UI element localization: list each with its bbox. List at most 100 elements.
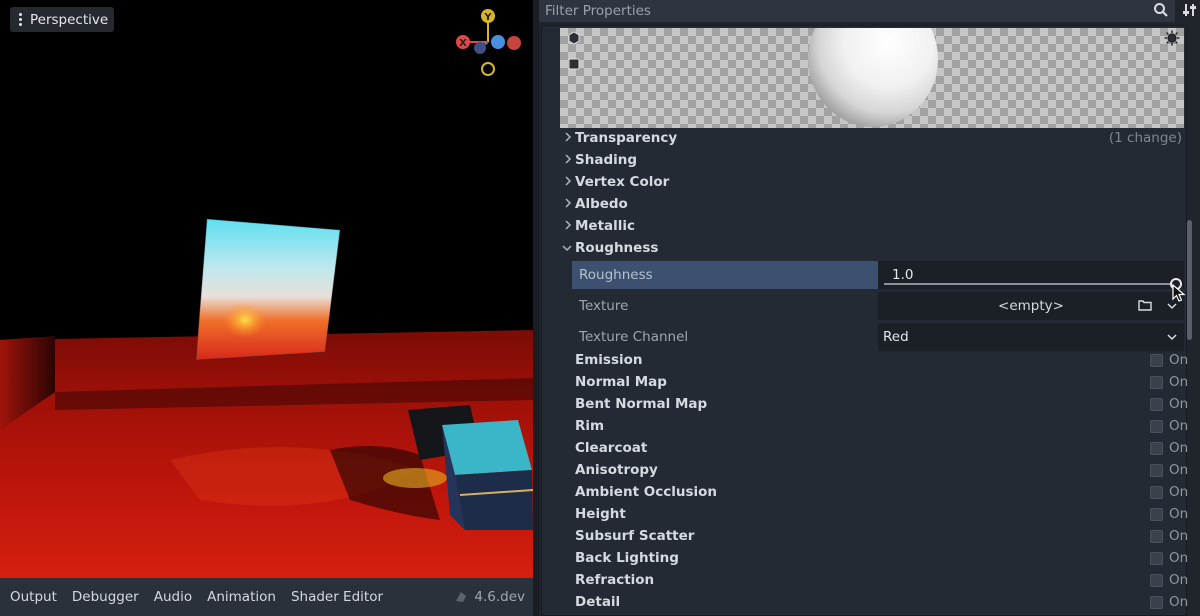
- section-height[interactable]: Height On: [560, 504, 1189, 526]
- section-label: Height: [575, 506, 626, 522]
- section-label: Emission: [575, 352, 643, 368]
- roughness-slider-track[interactable]: [884, 283, 1176, 285]
- texture-channel-value: Red: [883, 329, 909, 345]
- bottom-panel-bar: Output Debugger Audio Animation Shader E…: [0, 578, 533, 616]
- material-properties: Transparency (1 change) Shading Vertex C…: [541, 25, 1189, 616]
- checkbox[interactable]: [1150, 486, 1163, 499]
- section-label: Vertex Color: [575, 174, 670, 190]
- checkbox-label: On: [1169, 418, 1189, 434]
- inspector-scrollbar[interactable]: [1187, 220, 1192, 340]
- mouse-cursor-icon: [1172, 284, 1186, 302]
- filter-bar: [539, 0, 1175, 22]
- chevron-right-icon: [565, 132, 572, 142]
- sphere-preview-icon[interactable]: [566, 30, 582, 46]
- checkbox-label: On: [1169, 440, 1189, 456]
- checkbox[interactable]: [1150, 376, 1163, 389]
- checkbox[interactable]: [1150, 354, 1163, 367]
- chevron-down-icon: [1167, 334, 1177, 341]
- checkbox[interactable]: [1150, 530, 1163, 543]
- checkbox[interactable]: [1150, 464, 1163, 477]
- texture-resource-picker[interactable]: <empty>: [878, 292, 1184, 320]
- scene-render: [0, 0, 533, 578]
- box-preview-icon[interactable]: [566, 56, 582, 72]
- checkbox[interactable]: [1150, 442, 1163, 455]
- checkbox[interactable]: [1150, 420, 1163, 433]
- checkbox[interactable]: [1150, 398, 1163, 411]
- gizmo-neg-z-axis[interactable]: [491, 35, 505, 49]
- chevron-right-icon: [565, 198, 572, 208]
- section-label: Ambient Occlusion: [575, 484, 717, 500]
- checkbox[interactable]: [1150, 574, 1163, 587]
- checkbox[interactable]: [1150, 552, 1163, 565]
- section-subsurf-scatter[interactable]: Subsurf Scatter On: [560, 526, 1189, 548]
- section-clearcoat[interactable]: Clearcoat On: [560, 438, 1189, 460]
- change-count: (1 change): [1108, 130, 1182, 146]
- light-toggle-icon[interactable]: [1164, 30, 1180, 46]
- inspector-tools-icon[interactable]: [1182, 2, 1198, 18]
- texture-value: <empty>: [998, 298, 1064, 314]
- checkbox[interactable]: [1150, 596, 1163, 609]
- section-label: Rim: [575, 418, 605, 434]
- section-ambient-occlusion[interactable]: Ambient Occlusion On: [560, 482, 1188, 504]
- section-normal-map[interactable]: Normal Map On: [560, 372, 1189, 394]
- chevron-right-icon: [565, 154, 572, 164]
- material-preview: [560, 28, 1184, 128]
- folder-icon[interactable]: [1138, 299, 1152, 311]
- checkbox-label: On: [1169, 374, 1189, 390]
- gizmo-z-axis[interactable]: [474, 42, 486, 54]
- section-anisotropy[interactable]: Anisotropy On: [560, 460, 1188, 482]
- section-label: Refraction: [575, 572, 655, 588]
- tab-audio[interactable]: Audio: [154, 589, 192, 605]
- chevron-down-icon: [562, 245, 572, 252]
- section-label: Shading: [575, 152, 638, 168]
- kebab-menu-icon: [19, 13, 22, 26]
- checkbox[interactable]: [1150, 508, 1163, 521]
- section-back-lighting[interactable]: Back Lighting On: [560, 548, 1188, 570]
- gizmo-y-label: Y: [483, 12, 492, 23]
- preview-sphere: [808, 28, 938, 127]
- roughness-value[interactable]: 1.0: [892, 267, 913, 283]
- section-bent-normal-map[interactable]: Bent Normal Map On: [560, 394, 1188, 416]
- tab-debugger[interactable]: Debugger: [72, 589, 139, 605]
- section-label: Clearcoat: [575, 440, 648, 456]
- tab-animation[interactable]: Animation: [207, 589, 276, 605]
- checkbox-label: On: [1169, 528, 1189, 544]
- texture-channel-property: Texture Channel Red: [572, 323, 1184, 351]
- version-label: 4.6.dev: [474, 589, 525, 605]
- section-shading[interactable]: Shading: [560, 150, 1186, 172]
- checkbox-label: On: [1169, 594, 1189, 610]
- tab-shader-editor[interactable]: Shader Editor: [291, 589, 383, 605]
- section-label: Albedo: [575, 196, 628, 212]
- checkbox-label: On: [1169, 352, 1189, 368]
- roughness-label: Roughness: [572, 261, 878, 289]
- section-rim[interactable]: Rim On: [560, 416, 1189, 438]
- section-label: Back Lighting: [575, 550, 679, 566]
- chevron-right-icon: [565, 220, 572, 230]
- gizmo-neg-y-axis[interactable]: [481, 62, 495, 76]
- section-label: Normal Map: [575, 374, 667, 390]
- section-label: Metallic: [575, 218, 636, 234]
- section-label: Anisotropy: [575, 462, 658, 478]
- version-info[interactable]: 4.6.dev: [454, 578, 525, 616]
- section-emission[interactable]: Emission On: [560, 350, 1189, 372]
- gizmo-x-label: X: [459, 38, 467, 49]
- section-refraction[interactable]: Refraction On: [560, 570, 1188, 592]
- inspector-panel: Transparency (1 change) Shading Vertex C…: [539, 0, 1200, 616]
- section-vertex-color[interactable]: Vertex Color: [560, 172, 1186, 194]
- roughness-slider[interactable]: 1.0: [878, 261, 1184, 290]
- gizmo-neg-x-axis[interactable]: [507, 36, 521, 50]
- filter-properties-input[interactable]: [545, 0, 1125, 22]
- texture-channel-label: Texture Channel: [579, 329, 689, 345]
- checkbox-label: On: [1169, 506, 1189, 522]
- 3d-viewport[interactable]: Perspective Y X: [0, 0, 533, 578]
- tab-output[interactable]: Output: [10, 589, 57, 605]
- section-transparency[interactable]: Transparency (1 change): [560, 128, 1186, 150]
- axis-gizmo[interactable]: Y X: [450, 6, 526, 82]
- section-metallic[interactable]: Metallic: [560, 216, 1186, 238]
- section-roughness[interactable]: Roughness: [560, 238, 1186, 260]
- perspective-menu-button[interactable]: Perspective: [10, 7, 115, 32]
- texture-property: Texture <empty>: [572, 292, 1184, 320]
- texture-channel-dropdown[interactable]: Red: [878, 323, 1184, 351]
- section-detail[interactable]: Detail On: [560, 592, 1189, 614]
- section-albedo[interactable]: Albedo: [560, 194, 1186, 216]
